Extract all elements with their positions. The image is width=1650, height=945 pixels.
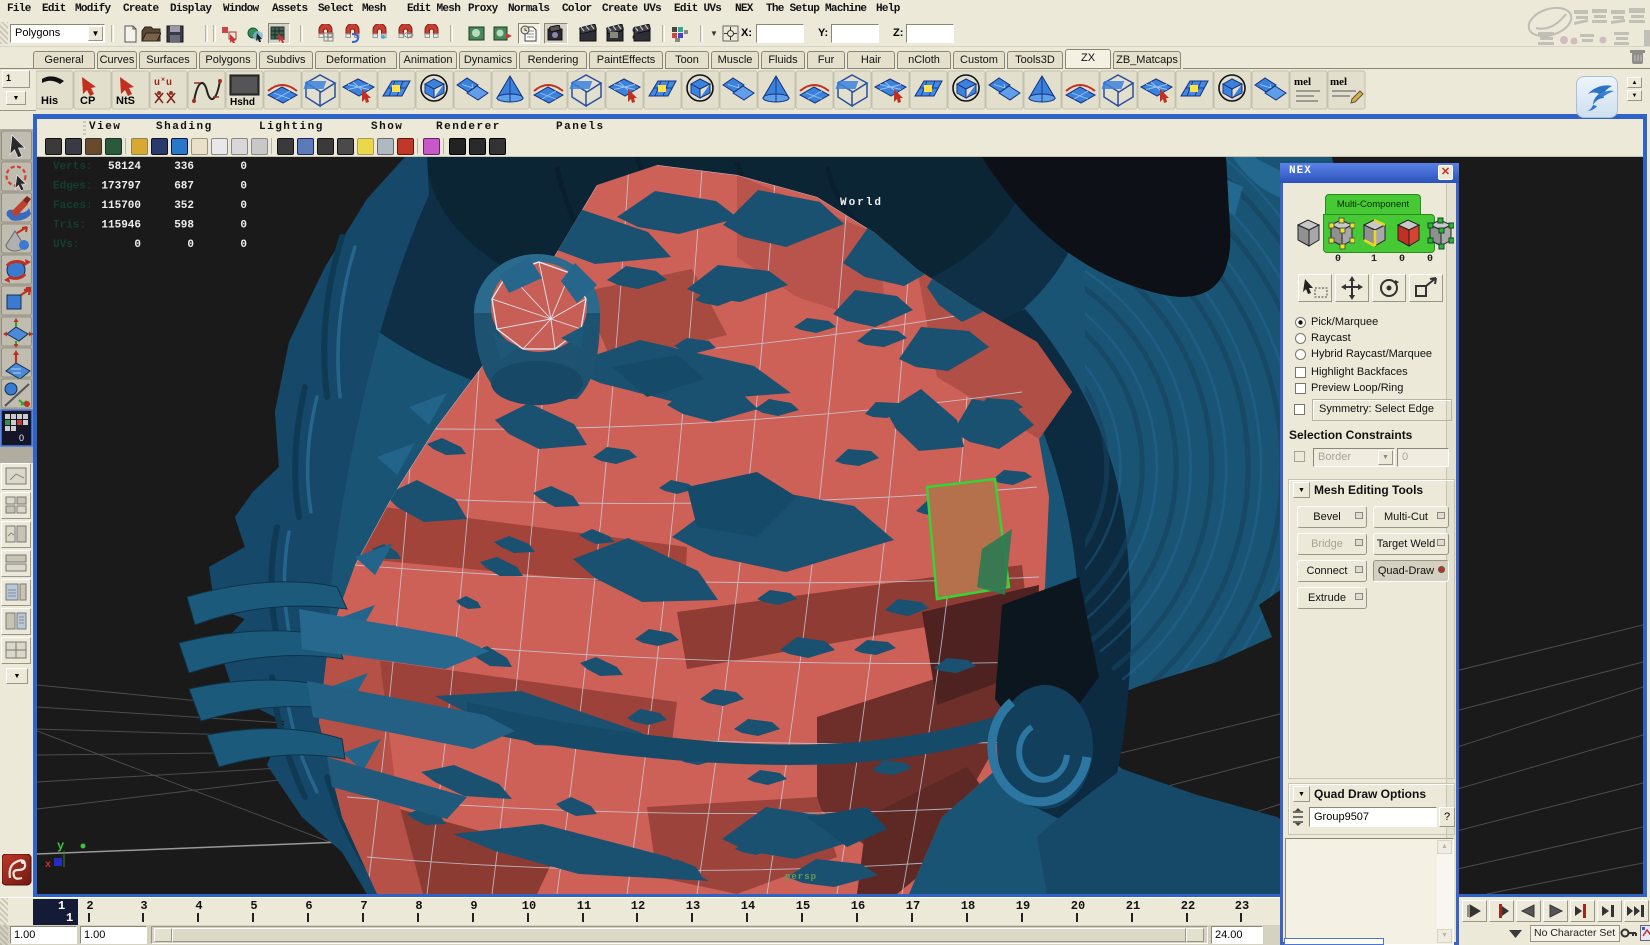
svg-text:115946: 115946 <box>101 220 141 232</box>
svg-text:Hshd: Hshd <box>230 97 255 108</box>
svg-text:58124: 58124 <box>108 161 141 173</box>
svg-text:persp: persp <box>785 872 817 882</box>
svg-text:Edges:: Edges: <box>53 181 93 193</box>
svg-text:y: y <box>57 839 64 853</box>
svg-text:0: 0 <box>240 200 247 212</box>
svg-text:World: World <box>840 197 883 209</box>
svg-text:u˟u: u˟u <box>154 76 172 89</box>
svg-text:Verts:: Verts: <box>53 161 93 173</box>
svg-text:CP: CP <box>80 95 95 107</box>
svg-text:Tris:: Tris: <box>53 220 86 232</box>
svg-text:115700: 115700 <box>101 200 141 212</box>
svg-text:0: 0 <box>19 433 24 443</box>
svg-text:687: 687 <box>174 181 194 193</box>
svg-text:173797: 173797 <box>101 181 141 193</box>
svg-text:mel: mel <box>1330 76 1347 88</box>
svg-text:x: x <box>45 860 51 871</box>
svg-text:NtS: NtS <box>116 95 135 107</box>
svg-text:0: 0 <box>240 161 247 173</box>
svg-text:0: 0 <box>240 239 247 251</box>
svg-text:0: 0 <box>240 220 247 232</box>
svg-text:352: 352 <box>174 200 194 212</box>
svg-text:mel: mel <box>1294 76 1311 88</box>
svg-text:0: 0 <box>240 181 247 193</box>
svg-text:His: His <box>41 95 58 107</box>
svg-text:0: 0 <box>134 239 141 251</box>
svg-text:598: 598 <box>174 220 194 232</box>
svg-text:0: 0 <box>187 239 194 251</box>
svg-text:UVs:: UVs: <box>53 239 79 251</box>
svg-text:336: 336 <box>174 161 194 173</box>
svg-text:Faces:: Faces: <box>53 200 93 212</box>
